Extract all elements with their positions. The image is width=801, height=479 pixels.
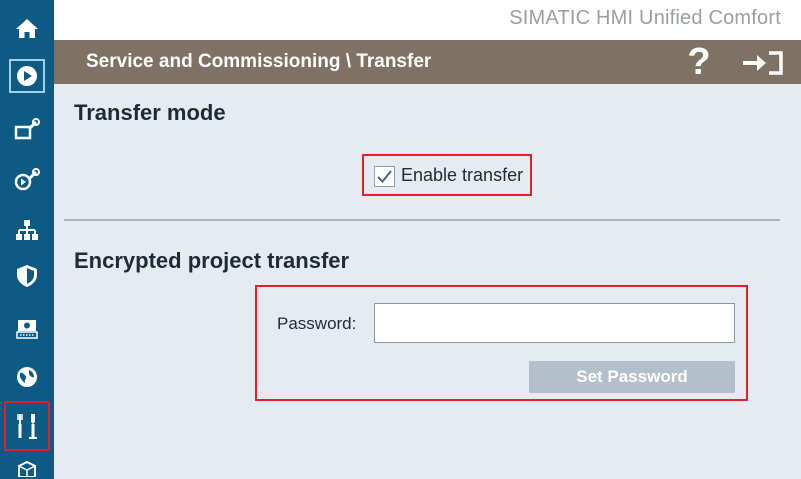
exit-button[interactable]	[738, 46, 788, 80]
network-icon	[16, 220, 38, 240]
encrypted-transfer-title: Encrypted project transfer	[74, 248, 350, 273]
start-box	[9, 59, 45, 93]
security-shield-icon	[17, 265, 37, 287]
page-title: Service and Commissioning \ Transfer	[86, 51, 432, 72]
home-icon	[16, 19, 38, 38]
checkmark-icon	[377, 170, 392, 183]
sidebar-item-language[interactable]	[0, 357, 54, 397]
sidebar-item-service-tools[interactable]	[0, 401, 54, 451]
enable-transfer-highlight: Enable transfer	[362, 154, 532, 196]
sidebar-item-runtime-settings[interactable]	[0, 160, 54, 200]
sidebar-item-network[interactable]	[0, 210, 54, 250]
set-password-button[interactable]: Set Password	[529, 361, 735, 393]
section-divider	[64, 219, 780, 221]
brand-title: SIMATIC HMI Unified Comfort	[509, 7, 781, 29]
panel-settings-icon	[14, 118, 40, 140]
sidebar-item-security[interactable]	[0, 256, 54, 296]
sidebar-item-home[interactable]	[0, 8, 54, 48]
content-area: Transfer mode Enable transfer Encrypted …	[54, 84, 801, 479]
sidebar-item-start[interactable]	[0, 56, 54, 96]
exit-icon	[743, 51, 783, 75]
sidebar-item-package[interactable]	[0, 458, 54, 479]
screen-keyboard-icon	[16, 320, 38, 339]
enable-transfer-checkbox[interactable]	[374, 166, 395, 187]
enable-transfer-label[interactable]: Enable transfer	[401, 165, 523, 186]
play-icon	[17, 66, 37, 86]
sidebar-item-screen-keyboard[interactable]	[0, 308, 54, 348]
password-input[interactable]	[374, 303, 735, 343]
page-header: Service and Commissioning \ Transfer ?	[54, 40, 801, 84]
globe-icon	[17, 367, 37, 387]
password-label: Password:	[277, 314, 357, 333]
brand-bar: SIMATIC HMI Unified Comfort	[54, 0, 801, 40]
package-icon	[18, 461, 36, 477]
transfer-mode-title: Transfer mode	[74, 100, 226, 125]
sidebar	[0, 0, 54, 479]
active-item-highlight	[4, 401, 50, 451]
sidebar-item-panel-settings[interactable]	[0, 110, 54, 150]
runtime-settings-icon	[14, 168, 40, 191]
password-highlight: Password: Set Password	[255, 285, 748, 401]
help-button[interactable]: ?	[682, 41, 716, 83]
